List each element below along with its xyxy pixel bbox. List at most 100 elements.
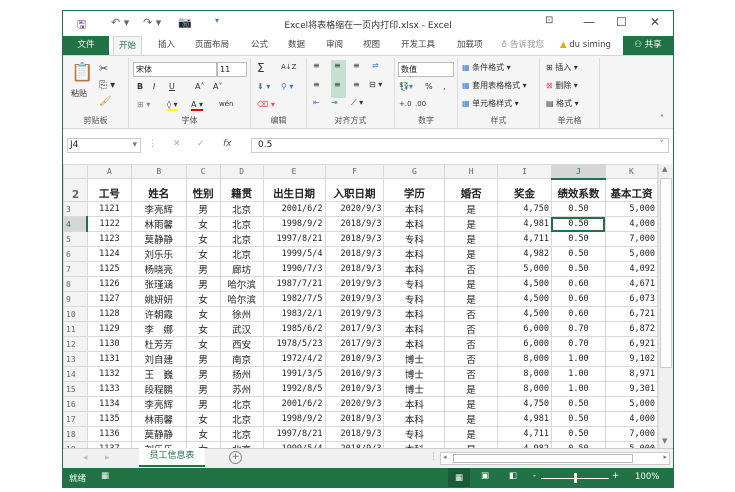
fill-color-icon[interactable]: ◊ ▾: [167, 100, 178, 111]
cell[interactable]: 4,711: [497, 426, 552, 442]
cell[interactable]: 女: [185, 321, 221, 337]
format-as-table-button[interactable]: ▦ 套用表格格式 ▾: [462, 80, 527, 91]
sort-filter-button[interactable]: A↓Z: [281, 63, 296, 71]
align-left-icon[interactable]: ≡: [313, 80, 320, 89]
scroll-right-icon[interactable]: ▸: [663, 453, 667, 461]
cell[interactable]: 1129: [86, 321, 132, 337]
bold-button[interactable]: B: [137, 82, 143, 91]
cell[interactable]: 0.70: [550, 321, 606, 337]
select-all-button[interactable]: [63, 164, 88, 179]
cell[interactable]: 是: [444, 396, 499, 412]
cell[interactable]: 8,000: [497, 381, 552, 397]
page-break-view-icon[interactable]: ◧: [509, 471, 517, 481]
row-header[interactable]: 17: [63, 411, 88, 427]
cell[interactable]: 北京: [219, 231, 264, 247]
cell[interactable]: 0.60: [550, 306, 606, 322]
header-cell[interactable]: 籍贯: [219, 178, 264, 202]
cell[interactable]: 6,872: [604, 321, 658, 337]
cell[interactable]: 1990/7/3: [262, 261, 326, 277]
cell[interactable]: 本科: [383, 261, 446, 277]
cell[interactable]: 7,000: [604, 426, 658, 442]
cell[interactable]: 1127: [86, 291, 132, 307]
worksheet-grid[interactable]: A B C D E F G H I J K 2 工号 姓名 性别 籍贯 出生日期 入职日期 学历 婚否 奖金 绩效系数 基本…: [63, 164, 658, 448]
cell[interactable]: 男: [185, 261, 221, 277]
cell[interactable]: 女: [185, 291, 221, 307]
column-header-k[interactable]: K: [604, 164, 658, 179]
conditional-format-button[interactable]: ▦ 条件格式 ▾: [462, 62, 511, 73]
zoom-level[interactable]: 100%: [635, 472, 659, 482]
cell[interactable]: 刘自建: [130, 351, 187, 367]
cell[interactable]: 是: [444, 216, 499, 232]
cell[interactable]: 6,921: [604, 336, 658, 352]
cell[interactable]: 本科: [383, 306, 446, 322]
cell[interactable]: 是: [444, 426, 499, 442]
column-header-a[interactable]: A: [86, 164, 132, 179]
cell[interactable]: 2019/9/3: [324, 306, 385, 322]
cell[interactable]: 6,721: [604, 306, 658, 322]
cell[interactable]: 是: [444, 246, 499, 262]
cell[interactable]: 5,000: [604, 396, 658, 412]
header-cell[interactable]: 出生日期: [262, 178, 326, 202]
cell[interactable]: 王 巍: [130, 366, 187, 382]
cell[interactable]: 男: [185, 201, 221, 217]
cell[interactable]: 2019/9/3: [324, 291, 385, 307]
find-icon[interactable]: ⚲ ▾: [281, 82, 293, 91]
cut-icon[interactable]: ✂: [99, 62, 108, 75]
cell[interactable]: 女: [185, 246, 221, 262]
cell[interactable]: 1978/5/23: [262, 336, 326, 352]
cell[interactable]: 1128: [86, 306, 132, 322]
tab-view[interactable]: 视图: [358, 36, 385, 55]
column-header-c[interactable]: C: [185, 164, 221, 179]
cell[interactable]: 2001/6/2: [262, 201, 326, 217]
tab-formulas[interactable]: 公式: [246, 36, 273, 55]
column-header-b[interactable]: B: [130, 164, 187, 179]
tab-developer[interactable]: 开发工具: [396, 36, 440, 55]
tab-insert[interactable]: 插入: [153, 36, 180, 55]
wrap-text-icon[interactable]: ⇌: [372, 61, 379, 70]
cell[interactable]: 8,000: [497, 351, 552, 367]
format-cells-button[interactable]: ▤ 格式 ▾: [546, 98, 579, 109]
cell[interactable]: 徐州: [219, 306, 264, 322]
phonetic-button[interactable]: wén: [219, 100, 233, 108]
cell[interactable]: 廊坊: [219, 261, 264, 277]
selected-cell-j4[interactable]: 0.50: [550, 216, 606, 232]
tab-review[interactable]: 审阅: [321, 36, 348, 55]
cell[interactable]: 4,981: [497, 411, 552, 427]
row-header[interactable]: 9: [63, 291, 88, 307]
enter-icon[interactable]: ✓: [197, 139, 205, 149]
column-header-h[interactable]: H: [444, 164, 499, 179]
tell-me-search[interactable]: ♁ 告诉我您: [496, 36, 549, 55]
row-header[interactable]: 10: [63, 306, 88, 322]
row-header[interactable]: 7: [63, 261, 88, 277]
cell[interactable]: 李亮辉: [130, 201, 187, 217]
cell[interactable]: 专科: [383, 291, 446, 307]
cell[interactable]: 否: [444, 366, 499, 382]
column-header-d[interactable]: D: [219, 164, 264, 179]
copy-icon[interactable]: ⎘ ▾: [99, 80, 115, 91]
zoom-in-button[interactable]: +: [612, 471, 619, 481]
cell[interactable]: 博士: [383, 381, 446, 397]
header-cell[interactable]: 学历: [383, 178, 446, 202]
cell[interactable]: 8,971: [604, 366, 658, 382]
cell[interactable]: 莫静静: [130, 426, 187, 442]
cell[interactable]: 1985/6/2: [262, 321, 326, 337]
cell[interactable]: 0.50: [550, 201, 606, 217]
cell[interactable]: 哈尔滨: [219, 291, 264, 307]
share-button[interactable]: ⚇ 共享: [623, 36, 673, 55]
cell[interactable]: 1135: [86, 411, 132, 427]
scroll-up-icon[interactable]: ▲: [662, 165, 667, 173]
cell[interactable]: 1982/7/5: [262, 291, 326, 307]
cell[interactable]: 0.50: [550, 426, 606, 442]
row-header[interactable]: 4: [63, 216, 89, 232]
cell[interactable]: 4,500: [497, 306, 552, 322]
cell[interactable]: 林雨馨: [130, 411, 187, 427]
cell[interactable]: 4,000: [604, 411, 658, 427]
paste-button[interactable]: 粘贴: [71, 88, 87, 99]
tab-split-handle[interactable]: ⋮: [429, 452, 438, 462]
cell[interactable]: 4,000: [604, 216, 658, 232]
grow-font-button[interactable]: A˄: [195, 82, 204, 91]
format-painter-icon[interactable]: 🖌: [99, 96, 112, 107]
cell[interactable]: 男: [185, 366, 221, 382]
cell[interactable]: 杜芳芳: [130, 336, 187, 352]
cell[interactable]: 6,000: [497, 321, 552, 337]
